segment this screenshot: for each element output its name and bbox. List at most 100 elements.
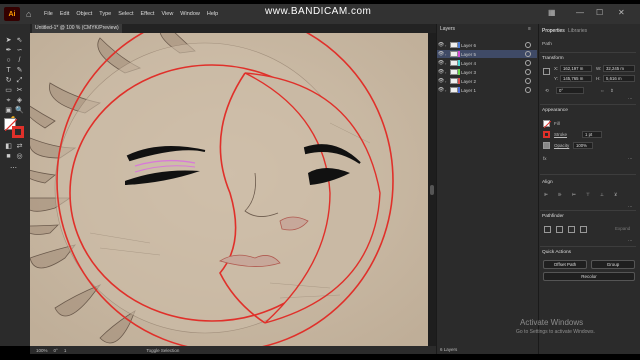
type-tool-icon[interactable]: T	[4, 66, 13, 75]
intersect-icon[interactable]	[568, 226, 575, 233]
direct-selection-tool-icon[interactable]: ⇖	[15, 36, 24, 45]
layers-panel-title[interactable]: Layers	[440, 26, 455, 32]
layer-target-icon[interactable]	[525, 69, 531, 75]
visibility-eye-icon[interactable]: 👁	[437, 42, 445, 48]
layer-row[interactable]: 👁 › Layer 6	[437, 41, 537, 49]
flip-vertical-icon[interactable]: ⇕	[610, 88, 614, 94]
layer-row[interactable]: 👁 › Layer 1	[437, 86, 537, 94]
layer-row[interactable]: 👁 › Layer 4	[437, 59, 537, 67]
layer-target-icon[interactable]	[525, 87, 531, 93]
arrange-icon[interactable]: ▦	[548, 8, 556, 17]
artboard-tool-icon[interactable]: ▣	[4, 106, 13, 115]
pen-tool-icon[interactable]: ✒	[4, 46, 13, 55]
align-center-icon[interactable]: ⊪	[558, 192, 562, 198]
swap-colors-icon[interactable]: ⇄	[15, 142, 24, 151]
align-top-icon[interactable]: ⊤	[586, 192, 590, 198]
layer-target-icon[interactable]	[525, 60, 531, 66]
menu-object[interactable]: Object	[76, 11, 92, 17]
artboard-number[interactable]: 1	[64, 348, 67, 353]
maximize-icon[interactable]: ☐	[596, 8, 603, 17]
zoom-tool-icon[interactable]: 🔍	[15, 106, 24, 115]
eyedropper-tool-icon[interactable]: ⌖	[4, 96, 13, 105]
align-middle-icon[interactable]: ⊥	[600, 192, 604, 198]
home-icon[interactable]: ⌂	[26, 9, 36, 19]
flip-horizontal-icon[interactable]: ⇔	[600, 88, 605, 93]
pencil-tool-icon[interactable]: ✎	[15, 66, 24, 75]
color-mode-icon[interactable]: ■	[4, 152, 13, 161]
recolor-button[interactable]: Recolor	[543, 272, 635, 281]
align-bottom-icon[interactable]: ⊻	[614, 192, 617, 198]
exclude-icon[interactable]	[580, 226, 587, 233]
vertical-scrollbar-thumb[interactable]	[430, 185, 434, 195]
align-right-icon[interactable]: ⊨	[572, 192, 576, 198]
menu-help[interactable]: Help	[207, 11, 218, 17]
visibility-eye-icon[interactable]: 👁	[437, 87, 445, 93]
visibility-eye-icon[interactable]: 👁	[437, 78, 445, 84]
default-colors-icon[interactable]: ◧	[4, 142, 13, 151]
w-field[interactable]: 32,245 m	[603, 65, 635, 72]
menu-type[interactable]: Type	[99, 11, 111, 17]
close-icon[interactable]: ✕	[618, 8, 625, 17]
layer-target-icon[interactable]	[525, 51, 531, 57]
menu-file[interactable]: File	[44, 11, 53, 17]
layer-name[interactable]: Layer 6	[461, 43, 525, 48]
rotation-angle[interactable]: 0°	[54, 348, 58, 353]
layer-target-icon[interactable]	[525, 42, 531, 48]
stroke-label[interactable]: Stroke	[554, 132, 567, 137]
align-left-icon[interactable]: ⊫	[544, 192, 548, 198]
x-field[interactable]: 162,197 m	[560, 65, 592, 72]
h-field[interactable]: 5,616 m	[603, 75, 635, 82]
layer-target-icon[interactable]	[525, 78, 531, 84]
layer-row[interactable]: 👁 › Layer 3	[437, 68, 537, 76]
panel-menu-icon[interactable]: ≡	[528, 26, 531, 32]
menu-select[interactable]: Select	[118, 11, 133, 17]
scale-tool-icon[interactable]: ⤢	[15, 76, 24, 85]
stroke-weight-field[interactable]: 1 pt	[582, 131, 602, 138]
more-options-icon[interactable]: ⋯	[628, 156, 633, 162]
stroke-swatch-icon[interactable]	[543, 131, 550, 138]
expand-button[interactable]: Expand	[615, 226, 630, 231]
ellipse-tool-icon[interactable]: ○	[4, 56, 13, 65]
curvature-tool-icon[interactable]: ∽	[15, 46, 24, 55]
reference-point-icon[interactable]	[543, 68, 550, 75]
tab-libraries[interactable]: Libraries	[568, 28, 587, 34]
opacity-field[interactable]: 100%	[573, 142, 593, 149]
y-field[interactable]: 145,765 m	[560, 75, 592, 82]
layer-row[interactable]: 👁 › Layer 2	[437, 77, 537, 85]
layer-row-selected[interactable]: 👁 › Layer 5	[437, 50, 537, 58]
layer-name[interactable]: Layer 2	[461, 79, 525, 84]
zoom-level[interactable]: 100%	[36, 348, 48, 353]
draw-mode-icon[interactable]: ◎	[15, 152, 24, 161]
layer-name[interactable]: Layer 1	[461, 88, 525, 93]
artboard-canvas[interactable]	[30, 33, 428, 346]
visibility-eye-icon[interactable]: 👁	[437, 51, 445, 57]
tab-properties[interactable]: Properties	[542, 28, 565, 34]
layer-name[interactable]: Layer 3	[461, 70, 525, 75]
angle-field[interactable]: 0°	[556, 87, 584, 94]
minimize-icon[interactable]: —	[576, 8, 584, 17]
offset-path-button[interactable]: Offset Path	[543, 260, 587, 269]
group-button[interactable]: Group	[591, 260, 635, 269]
layer-name[interactable]: Layer 5	[461, 52, 525, 57]
document-tab[interactable]: Untitled-1* @ 100 % (CMYK/Preview) ×	[32, 24, 122, 40]
rotate-tool-icon[interactable]: ↻	[4, 76, 13, 85]
menu-effect[interactable]: Effect	[141, 11, 155, 17]
menu-view[interactable]: View	[161, 11, 173, 17]
opacity-label[interactable]: Opacity	[554, 143, 569, 148]
selection-tool-icon[interactable]: ➤	[4, 36, 13, 45]
sun-moon-artwork[interactable]	[30, 33, 428, 346]
blend-tool-icon[interactable]: ◈	[15, 96, 24, 105]
fill-swatch-icon[interactable]	[543, 120, 552, 129]
more-options-icon[interactable]: ⋯	[628, 238, 633, 244]
layer-name[interactable]: Layer 4	[461, 61, 525, 66]
unite-icon[interactable]	[544, 226, 551, 233]
visibility-eye-icon[interactable]: 👁	[437, 60, 445, 66]
stroke-swatch[interactable]	[12, 126, 24, 138]
line-tool-icon[interactable]: /	[15, 56, 24, 65]
scissors-tool-icon[interactable]: ✂	[15, 86, 24, 95]
visibility-eye-icon[interactable]: 👁	[437, 69, 445, 75]
menu-window[interactable]: Window	[180, 11, 200, 17]
edit-toolbar-icon[interactable]: ⋯	[9, 164, 18, 173]
menu-edit[interactable]: Edit	[60, 11, 69, 17]
more-options-icon[interactable]: ⋯	[628, 96, 633, 102]
